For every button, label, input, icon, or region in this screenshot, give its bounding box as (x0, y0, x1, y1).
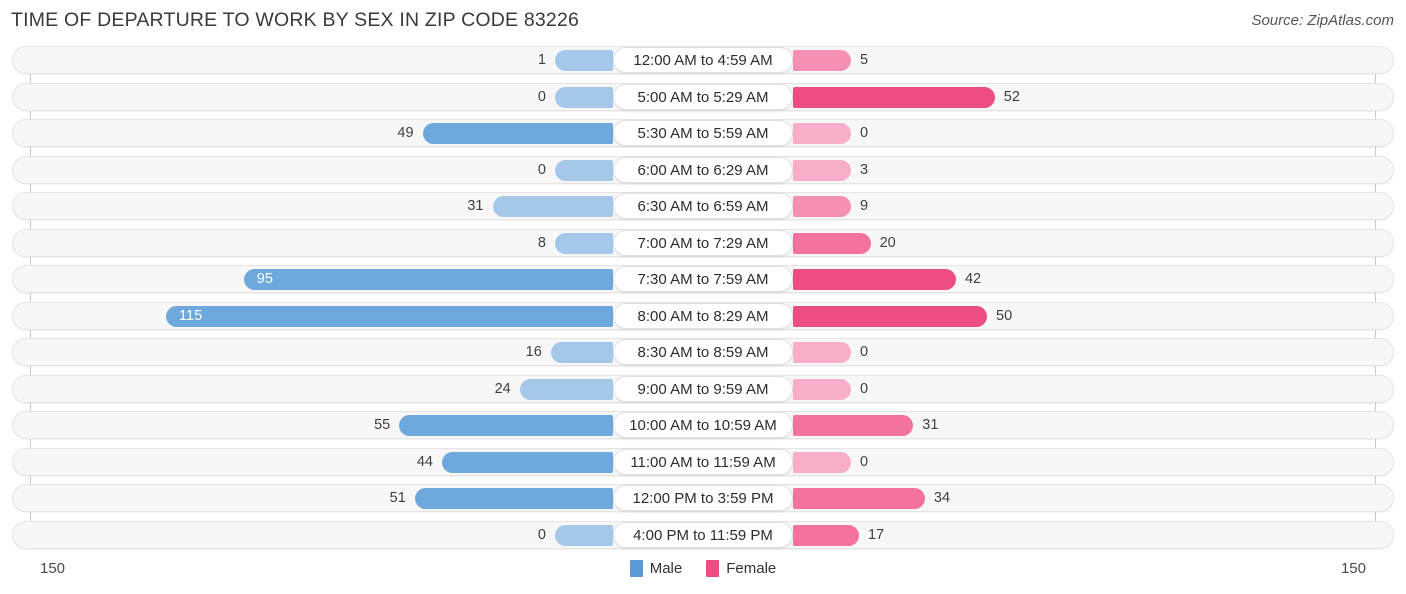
bar-male[interactable] (555, 232, 613, 254)
bar-value-female: 52 (1003, 88, 1020, 105)
bar-value-female: 42 (964, 271, 982, 287)
legend-item-female[interactable]: Female (706, 560, 776, 577)
chart-footer: 150 150 Male Female (0, 552, 1406, 594)
bar-male[interactable] (519, 378, 613, 400)
row-category-label: 5:30 AM to 5:59 AM (613, 120, 793, 146)
row-category-label: 6:00 AM to 6:29 AM (613, 156, 793, 183)
bar-value-male: 51 (389, 490, 406, 506)
chart-header: TIME OF DEPARTURE TO WORK BY SEX IN ZIP … (0, 0, 1406, 42)
bar-female[interactable] (793, 342, 851, 363)
bar-value-male: 0 (537, 88, 546, 105)
bar-value-male: 49 (397, 125, 414, 141)
bar-value-male: 1 (537, 52, 546, 68)
bar-female[interactable] (793, 488, 925, 509)
chart-row: 8 20 7:00 AM to 7:29 AM (0, 225, 1406, 262)
bar-male[interactable] (550, 342, 613, 363)
bar-value-female: 50 (996, 307, 1013, 324)
bar-male[interactable] (243, 269, 613, 290)
bar-male[interactable] (492, 196, 613, 217)
bar-value-male: 115 (179, 307, 203, 324)
row-category-label: 12:00 AM to 4:59 AM (613, 47, 793, 73)
chart-row: 0 3 6:00 AM to 6:29 AM (0, 152, 1406, 189)
bar-male[interactable] (555, 159, 613, 181)
chart-row: 16 0 8:30 AM to 8:59 AM (0, 334, 1406, 371)
bar-male[interactable] (414, 488, 613, 509)
bar-value-female: 0 (860, 380, 869, 397)
row-category-label: 7:30 AM to 7:59 AM (613, 266, 793, 292)
bar-female[interactable] (793, 159, 851, 181)
legend-swatch-female-icon (706, 560, 720, 577)
legend-item-male[interactable]: Male (629, 560, 683, 577)
chart-rows: 1 5 12:00 AM to 4:59 AM 0 52 5:00 AM to 5:29 … (0, 42, 1406, 553)
bar-value-male: 16 (525, 344, 542, 360)
chart-legend: Male Female (0, 560, 1406, 577)
bar-female[interactable] (793, 123, 851, 144)
bar-female[interactable] (793, 415, 914, 436)
chart-row: 0 52 5:00 AM to 5:29 AM (0, 79, 1406, 116)
bar-male[interactable] (441, 451, 613, 473)
row-category-label: 6:30 AM to 6:59 AM (613, 193, 793, 219)
bar-value-male: 95 (256, 271, 273, 287)
bar-value-male: 31 (467, 198, 484, 214)
bar-female[interactable] (793, 451, 851, 473)
bar-female[interactable] (793, 196, 851, 217)
row-category-label: 5:00 AM to 5:29 AM (613, 83, 793, 110)
chart-row: 51 34 12:00 PM to 3:59 PM (0, 480, 1406, 517)
row-category-label: 8:30 AM to 8:59 AM (613, 339, 793, 365)
bar-value-female: 31 (922, 417, 939, 433)
bar-female[interactable] (793, 86, 995, 108)
chart-row: 24 0 9:00 AM to 9:59 AM (0, 371, 1406, 408)
chart-row: 55 31 10:00 AM to 10:59 AM (0, 407, 1406, 444)
legend-swatch-male-icon (629, 560, 643, 577)
row-category-label: 9:00 AM to 9:59 AM (613, 375, 793, 402)
bar-female[interactable] (793, 305, 987, 327)
row-category-label: 8:00 AM to 8:29 AM (613, 302, 793, 329)
bar-value-male: 24 (494, 380, 511, 397)
legend-label-female: Female (726, 560, 777, 577)
chart-row: 95 42 7:30 AM to 7:59 AM (0, 261, 1406, 298)
bar-male[interactable] (555, 524, 613, 546)
row-category-label: 4:00 PM to 11:59 PM (613, 521, 793, 548)
bar-value-female: 0 (860, 125, 869, 141)
row-category-label: 12:00 PM to 3:59 PM (613, 485, 793, 511)
row-category-label: 11:00 AM to 11:59 AM (613, 448, 793, 475)
bar-value-male: 44 (416, 453, 433, 470)
page-title: TIME OF DEPARTURE TO WORK BY SEX IN ZIP … (11, 9, 580, 31)
bar-value-male: 55 (374, 417, 391, 433)
chart-row: 31 9 6:30 AM to 6:59 AM (0, 188, 1406, 225)
bar-male[interactable] (166, 305, 613, 327)
bar-female[interactable] (793, 269, 956, 290)
bar-value-female: 0 (860, 344, 869, 360)
bar-value-female: 0 (860, 453, 869, 470)
chart-row: 115 50 8:00 AM to 8:29 AM (0, 298, 1406, 335)
row-category-label: 10:00 AM to 10:59 AM (613, 412, 793, 438)
bar-value-female: 9 (860, 198, 869, 214)
chart-row: 44 0 11:00 AM to 11:59 AM (0, 444, 1406, 481)
bar-female[interactable] (793, 378, 851, 400)
bar-female[interactable] (793, 524, 859, 546)
chart-plot-area: 1 5 12:00 AM to 4:59 AM 0 52 5:00 AM to 5:29 … (0, 42, 1406, 552)
bar-value-male: 0 (537, 161, 546, 178)
bar-male[interactable] (422, 123, 613, 144)
bar-value-female: 34 (933, 490, 951, 506)
bar-value-female: 5 (860, 52, 869, 68)
bar-value-male: 8 (537, 234, 546, 251)
bar-value-male: 0 (537, 526, 546, 543)
legend-label-male: Male (649, 560, 683, 577)
bar-male[interactable] (555, 50, 613, 71)
chart-row: 1 5 12:00 AM to 4:59 AM (0, 42, 1406, 79)
bar-value-female: 17 (867, 526, 885, 543)
bar-female[interactable] (793, 50, 851, 71)
source-attribution: Source: ZipAtlas.com (1251, 12, 1394, 29)
row-category-label: 7:00 AM to 7:29 AM (613, 229, 793, 256)
bar-value-female: 20 (879, 234, 896, 251)
chart-row: 0 17 4:00 PM to 11:59 PM (0, 517, 1406, 554)
bar-male[interactable] (399, 415, 613, 436)
bar-value-female: 3 (860, 161, 869, 178)
bar-male[interactable] (555, 86, 613, 108)
chart-row: 49 0 5:30 AM to 5:59 AM (0, 115, 1406, 152)
bar-female[interactable] (793, 232, 871, 254)
